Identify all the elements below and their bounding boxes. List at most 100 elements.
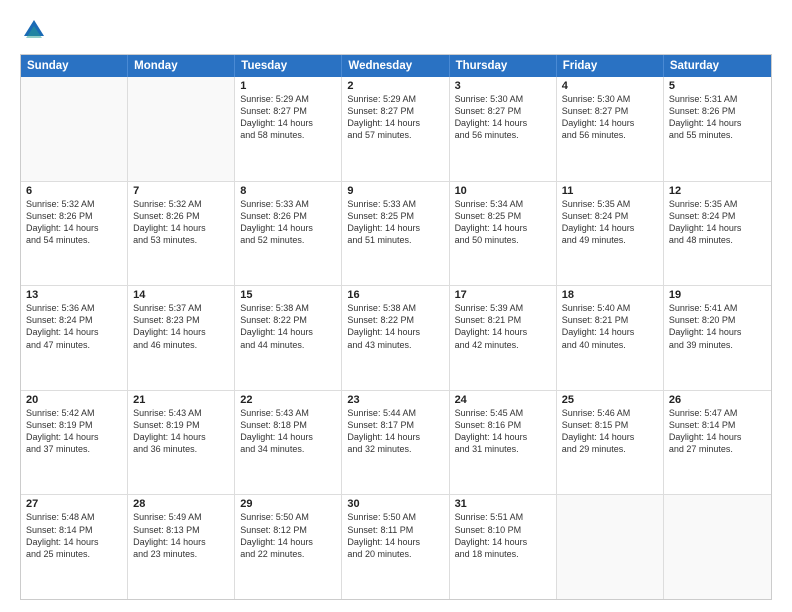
line1: Sunrise: 5:49 AM — [133, 511, 229, 523]
line3: Daylight: 14 hours — [240, 117, 336, 129]
line3: Daylight: 14 hours — [347, 222, 443, 234]
line2: Sunset: 8:24 PM — [562, 210, 658, 222]
line2: Sunset: 8:16 PM — [455, 419, 551, 431]
day-number: 23 — [347, 394, 443, 406]
day-cell-28: 28Sunrise: 5:49 AMSunset: 8:13 PMDayligh… — [128, 495, 235, 599]
line4: and 40 minutes. — [562, 339, 658, 351]
line1: Sunrise: 5:51 AM — [455, 511, 551, 523]
line2: Sunset: 8:18 PM — [240, 419, 336, 431]
day-number: 28 — [133, 498, 229, 510]
logo-icon — [20, 16, 48, 44]
line4: and 58 minutes. — [240, 129, 336, 141]
calendar-row-5: 27Sunrise: 5:48 AMSunset: 8:14 PMDayligh… — [21, 494, 771, 599]
line3: Daylight: 14 hours — [347, 117, 443, 129]
day-cell-29: 29Sunrise: 5:50 AMSunset: 8:12 PMDayligh… — [235, 495, 342, 599]
day-cell-18: 18Sunrise: 5:40 AMSunset: 8:21 PMDayligh… — [557, 286, 664, 390]
day-number: 20 — [26, 394, 122, 406]
line2: Sunset: 8:26 PM — [133, 210, 229, 222]
line3: Daylight: 14 hours — [562, 222, 658, 234]
calendar-row-4: 20Sunrise: 5:42 AMSunset: 8:19 PMDayligh… — [21, 390, 771, 495]
day-number: 14 — [133, 289, 229, 301]
day-cell-24: 24Sunrise: 5:45 AMSunset: 8:16 PMDayligh… — [450, 391, 557, 495]
line2: Sunset: 8:26 PM — [240, 210, 336, 222]
line4: and 53 minutes. — [133, 234, 229, 246]
line2: Sunset: 8:25 PM — [455, 210, 551, 222]
line1: Sunrise: 5:38 AM — [347, 302, 443, 314]
day-number: 13 — [26, 289, 122, 301]
line4: and 50 minutes. — [455, 234, 551, 246]
day-cell-20: 20Sunrise: 5:42 AMSunset: 8:19 PMDayligh… — [21, 391, 128, 495]
line1: Sunrise: 5:31 AM — [669, 93, 766, 105]
day-cell-10: 10Sunrise: 5:34 AMSunset: 8:25 PMDayligh… — [450, 182, 557, 286]
empty-cell — [21, 77, 128, 181]
line3: Daylight: 14 hours — [455, 536, 551, 548]
line1: Sunrise: 5:43 AM — [133, 407, 229, 419]
line4: and 56 minutes. — [455, 129, 551, 141]
line1: Sunrise: 5:35 AM — [669, 198, 766, 210]
line3: Daylight: 14 hours — [562, 431, 658, 443]
day-number: 18 — [562, 289, 658, 301]
header-day-friday: Friday — [557, 55, 664, 77]
line1: Sunrise: 5:47 AM — [669, 407, 766, 419]
line3: Daylight: 14 hours — [133, 431, 229, 443]
line4: and 37 minutes. — [26, 443, 122, 455]
day-number: 7 — [133, 185, 229, 197]
line4: and 48 minutes. — [669, 234, 766, 246]
line1: Sunrise: 5:34 AM — [455, 198, 551, 210]
line1: Sunrise: 5:32 AM — [26, 198, 122, 210]
line2: Sunset: 8:27 PM — [562, 105, 658, 117]
line3: Daylight: 14 hours — [240, 222, 336, 234]
day-number: 3 — [455, 80, 551, 92]
page: SundayMondayTuesdayWednesdayThursdayFrid… — [0, 0, 792, 612]
day-number: 15 — [240, 289, 336, 301]
line2: Sunset: 8:21 PM — [455, 314, 551, 326]
day-cell-3: 3Sunrise: 5:30 AMSunset: 8:27 PMDaylight… — [450, 77, 557, 181]
line2: Sunset: 8:27 PM — [347, 105, 443, 117]
empty-cell — [128, 77, 235, 181]
day-cell-11: 11Sunrise: 5:35 AMSunset: 8:24 PMDayligh… — [557, 182, 664, 286]
day-cell-7: 7Sunrise: 5:32 AMSunset: 8:26 PMDaylight… — [128, 182, 235, 286]
line4: and 34 minutes. — [240, 443, 336, 455]
line4: and 43 minutes. — [347, 339, 443, 351]
line2: Sunset: 8:22 PM — [240, 314, 336, 326]
day-cell-30: 30Sunrise: 5:50 AMSunset: 8:11 PMDayligh… — [342, 495, 449, 599]
line4: and 46 minutes. — [133, 339, 229, 351]
line2: Sunset: 8:23 PM — [133, 314, 229, 326]
line1: Sunrise: 5:44 AM — [347, 407, 443, 419]
header-day-thursday: Thursday — [450, 55, 557, 77]
day-number: 22 — [240, 394, 336, 406]
line2: Sunset: 8:26 PM — [669, 105, 766, 117]
day-cell-26: 26Sunrise: 5:47 AMSunset: 8:14 PMDayligh… — [664, 391, 771, 495]
line2: Sunset: 8:24 PM — [669, 210, 766, 222]
day-number: 5 — [669, 80, 766, 92]
line3: Daylight: 14 hours — [133, 536, 229, 548]
line2: Sunset: 8:20 PM — [669, 314, 766, 326]
line4: and 47 minutes. — [26, 339, 122, 351]
day-number: 31 — [455, 498, 551, 510]
day-number: 2 — [347, 80, 443, 92]
line3: Daylight: 14 hours — [455, 117, 551, 129]
calendar-row-2: 6Sunrise: 5:32 AMSunset: 8:26 PMDaylight… — [21, 181, 771, 286]
day-cell-5: 5Sunrise: 5:31 AMSunset: 8:26 PMDaylight… — [664, 77, 771, 181]
line4: and 29 minutes. — [562, 443, 658, 455]
line3: Daylight: 14 hours — [347, 326, 443, 338]
line2: Sunset: 8:11 PM — [347, 524, 443, 536]
line3: Daylight: 14 hours — [26, 222, 122, 234]
line2: Sunset: 8:19 PM — [133, 419, 229, 431]
line2: Sunset: 8:13 PM — [133, 524, 229, 536]
day-number: 4 — [562, 80, 658, 92]
line2: Sunset: 8:24 PM — [26, 314, 122, 326]
day-number: 27 — [26, 498, 122, 510]
line1: Sunrise: 5:29 AM — [347, 93, 443, 105]
line1: Sunrise: 5:36 AM — [26, 302, 122, 314]
line3: Daylight: 14 hours — [562, 117, 658, 129]
line1: Sunrise: 5:41 AM — [669, 302, 766, 314]
line2: Sunset: 8:25 PM — [347, 210, 443, 222]
line3: Daylight: 14 hours — [669, 431, 766, 443]
line3: Daylight: 14 hours — [26, 536, 122, 548]
line4: and 54 minutes. — [26, 234, 122, 246]
day-cell-12: 12Sunrise: 5:35 AMSunset: 8:24 PMDayligh… — [664, 182, 771, 286]
day-cell-15: 15Sunrise: 5:38 AMSunset: 8:22 PMDayligh… — [235, 286, 342, 390]
line1: Sunrise: 5:48 AM — [26, 511, 122, 523]
calendar-row-1: 1Sunrise: 5:29 AMSunset: 8:27 PMDaylight… — [21, 77, 771, 181]
